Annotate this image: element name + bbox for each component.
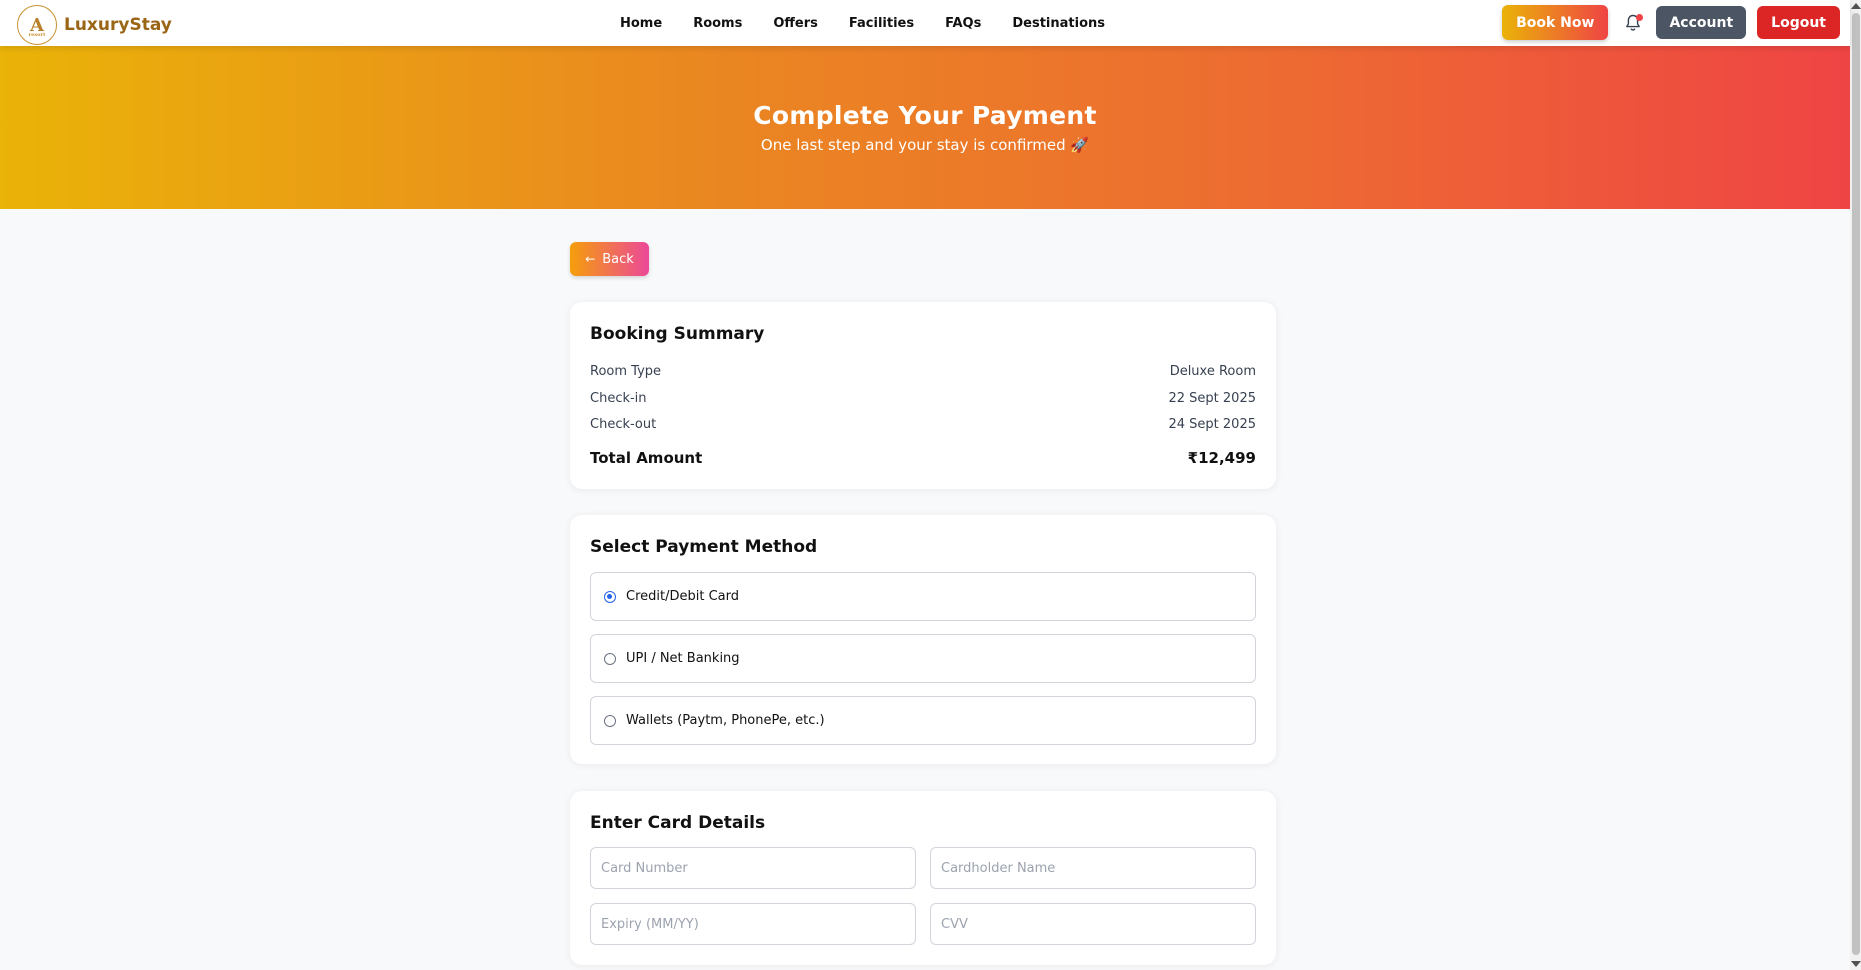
- brand-name: LuxuryStay: [64, 15, 172, 35]
- nav-link-offers[interactable]: Offers: [773, 16, 818, 31]
- nav-link-home[interactable]: Home: [620, 16, 662, 31]
- summary-value: Deluxe Room: [1169, 364, 1256, 379]
- total-value: ₹12,499: [1187, 449, 1256, 467]
- nav-link-facilities[interactable]: Facilities: [849, 16, 914, 31]
- summary-row-total: Total Amount ₹12,499: [590, 449, 1256, 467]
- logo-emblem-icon: A resort: [17, 5, 57, 45]
- radio-button[interactable]: [604, 714, 616, 727]
- total-label: Total Amount: [590, 449, 703, 467]
- page-subtitle: One last step and your stay is confirmed…: [760, 136, 1090, 154]
- cardholder-name-input[interactable]: [930, 847, 1256, 889]
- nav-link-rooms[interactable]: Rooms: [693, 16, 742, 31]
- summary-row-room-type: Room Type Deluxe Room: [590, 364, 1256, 379]
- summary-label: Room Type: [590, 364, 662, 379]
- summary-label: Check-out: [590, 417, 657, 432]
- payment-option-wallets[interactable]: Wallets (Paytm, PhonePe, etc.): [590, 696, 1256, 745]
- card-details-card: Enter Card Details: [570, 791, 1276, 965]
- summary-value: 24 Sept 2025: [1168, 417, 1257, 432]
- brand-logo[interactable]: A resort LuxuryStay: [17, 5, 172, 45]
- card-details-title: Enter Card Details: [590, 813, 766, 833]
- book-now-button[interactable]: Book Now: [1502, 5, 1609, 40]
- summary-row-check-out: Check-out 24 Sept 2025: [590, 417, 1256, 432]
- nav-link-faqs[interactable]: FAQs: [945, 16, 981, 31]
- page-title: Complete Your Payment: [753, 101, 1097, 130]
- summary-value: 22 Sept 2025: [1168, 391, 1257, 406]
- scrollbar-thumb[interactable]: [1852, 13, 1860, 955]
- payment-option-upi[interactable]: UPI / Net Banking: [590, 634, 1256, 683]
- nav-link-destinations[interactable]: Destinations: [1012, 16, 1105, 31]
- bell-icon[interactable]: [1618, 8, 1648, 38]
- radio-button[interactable]: [604, 590, 616, 603]
- logout-button[interactable]: Logout: [1757, 6, 1840, 39]
- nav-actions: Book Now Account Logout: [1502, 5, 1840, 40]
- card-number-input[interactable]: [590, 847, 916, 889]
- expiry-input[interactable]: [590, 903, 916, 945]
- cvv-input[interactable]: [930, 903, 1256, 945]
- booking-summary-title: Booking Summary: [590, 324, 765, 344]
- radio-button[interactable]: [604, 652, 616, 665]
- payment-option-label: Wallets (Paytm, PhonePe, etc.): [626, 713, 825, 728]
- booking-summary-card: Booking Summary Room Type Deluxe Room Ch…: [570, 302, 1276, 489]
- scroll-up-arrow-icon[interactable]: [1851, 3, 1861, 9]
- payment-option-label: UPI / Net Banking: [626, 651, 740, 666]
- hero-banner: Complete Your Payment One last step and …: [0, 46, 1850, 209]
- payment-option-card[interactable]: Credit/Debit Card: [590, 572, 1256, 621]
- back-button[interactable]: ← Back: [570, 242, 649, 276]
- payment-method-card: Select Payment Method Credit/Debit Card …: [570, 515, 1276, 764]
- page-scrollbar[interactable]: [1850, 0, 1861, 970]
- summary-label: Check-in: [590, 391, 647, 406]
- payment-option-label: Credit/Debit Card: [626, 589, 739, 604]
- main-nav: Home Rooms Offers Facilities FAQs Destin…: [620, 0, 1136, 46]
- summary-row-check-in: Check-in 22 Sept 2025: [590, 391, 1256, 406]
- scroll-down-arrow-icon[interactable]: [1851, 961, 1861, 967]
- account-button[interactable]: Account: [1656, 6, 1747, 39]
- notification-dot: [1636, 13, 1644, 21]
- arrow-left-icon: ←: [585, 252, 596, 266]
- back-label: Back: [602, 251, 634, 267]
- payment-method-title: Select Payment Method: [590, 537, 818, 557]
- navbar: A resort LuxuryStay Home Rooms Offers Fa…: [0, 0, 1850, 46]
